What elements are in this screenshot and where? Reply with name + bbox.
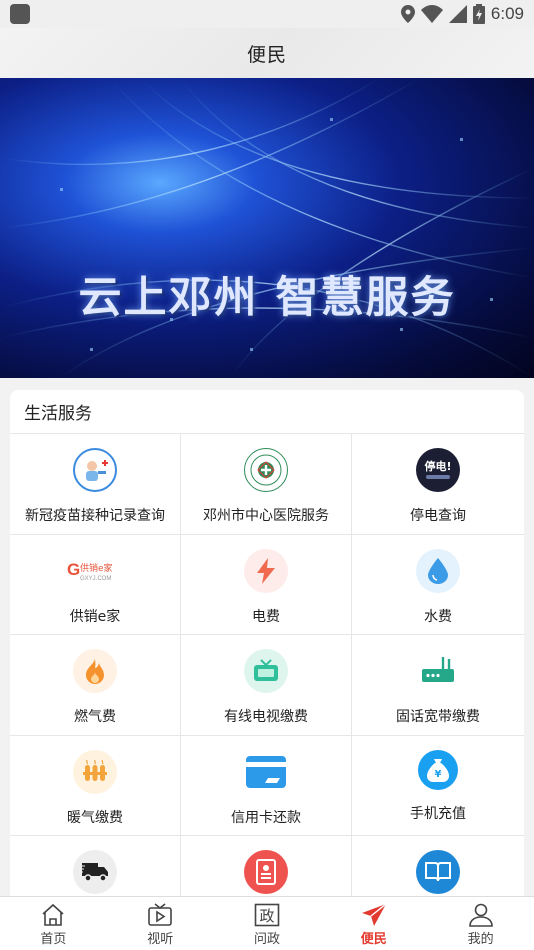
service-label: 停电查询 — [410, 508, 466, 524]
tab-label: 我的 — [467, 932, 494, 947]
service-electricity[interactable]: 电费 — [181, 534, 352, 635]
status-icons: 6:09 — [400, 3, 524, 25]
services-grid: 新冠疫苗接种记录查询 邓州市中心医院服务 停电! 停电查询 G 供销e家 GXYJ.… — [10, 434, 524, 910]
gongxiao-logo-icon: G 供销e家 GXYJ.COM — [65, 549, 125, 593]
video-icon — [148, 903, 172, 926]
service-power-outage[interactable]: 停电! 停电查询 — [352, 434, 524, 535]
section-title: 生活服务 — [10, 390, 524, 434]
tab-mine[interactable]: 我的 — [427, 897, 534, 950]
tv-icon — [244, 649, 288, 693]
service-label: 手机充值 — [410, 805, 466, 822]
clock: 6:09 — [490, 4, 524, 23]
notification-icon — [10, 4, 30, 24]
wifi-icon — [420, 5, 443, 23]
credit-card-icon — [244, 750, 288, 794]
money-bag-icon: ¥ — [418, 749, 458, 790]
signal-icon — [448, 5, 467, 23]
service-gongxiao[interactable]: G 供销e家 GXYJ.COM 供销e家 — [10, 534, 181, 635]
bottom-tab-bar: 首页 视听 政 问政 便民 我的 — [0, 896, 534, 950]
truck-icon — [73, 850, 117, 894]
banner-title: 云上邓州 智慧服务 — [78, 273, 456, 323]
header: 便民 — [0, 28, 534, 78]
service-label: 有线电视缴费 — [224, 709, 308, 725]
service-label: 信用卡还款 — [231, 809, 301, 826]
heater-icon — [73, 749, 117, 794]
svg-text:GXYJ.COM: GXYJ.COM — [80, 576, 111, 582]
service-water[interactable]: 水费 — [352, 535, 524, 635]
tab-label: 便民 — [360, 932, 387, 947]
location-icon — [400, 5, 415, 23]
send-icon — [361, 903, 387, 926]
tab-home[interactable]: 首页 — [0, 897, 107, 950]
power-outage-icon: 停电! — [416, 448, 460, 492]
life-services-card: 生活服务 新冠疫苗接种记录查询 邓州市中心医院服务 停电! 停电查询 G 供销e家… — [10, 390, 524, 910]
service-label: 邓州市中心医院服务 — [203, 508, 329, 524]
banner[interactable]: 云上邓州 智慧服务 — [0, 78, 534, 378]
svg-text:¥: ¥ — [435, 769, 442, 780]
service-mobile-recharge[interactable]: ¥ 手机充值 — [352, 736, 524, 836]
water-drop-icon — [416, 548, 460, 593]
svg-text:停电!: 停电! — [424, 459, 451, 473]
user-icon — [468, 903, 493, 927]
government-icon: 政 — [254, 903, 280, 927]
service-label: 固话宽带缴费 — [396, 709, 480, 725]
book-icon — [416, 850, 460, 894]
status-bar: 6:09 — [0, 0, 534, 28]
document-icon — [244, 850, 288, 894]
service-label: 供销e家 — [69, 608, 121, 625]
service-label: 新冠疫苗接种记录查询 — [25, 508, 165, 524]
service-credit-card[interactable]: 信用卡还款 — [181, 735, 352, 836]
service-label: 电费 — [252, 608, 280, 625]
service-label: 暖气缴费 — [67, 809, 123, 826]
page-title: 便民 — [246, 43, 287, 66]
lightning-icon — [244, 548, 288, 593]
tab-government[interactable]: 政 问政 — [214, 897, 321, 950]
svg-text:G: G — [67, 560, 80, 579]
vaccine-icon — [73, 448, 117, 492]
service-label: 水费 — [424, 608, 452, 625]
service-vaccine-record[interactable]: 新冠疫苗接种记录查询 — [10, 434, 181, 535]
hospital-logo-icon — [244, 448, 288, 492]
service-broadband[interactable]: 固话宽带缴费 — [352, 635, 524, 736]
tab-label: 视听 — [147, 932, 174, 947]
flame-icon — [73, 649, 117, 693]
router-icon — [416, 649, 460, 693]
tab-label: 首页 — [40, 932, 67, 947]
battery-icon — [472, 4, 485, 24]
service-label: 燃气费 — [74, 709, 116, 725]
home-icon — [42, 903, 64, 926]
service-gas[interactable]: 燃气费 — [10, 635, 181, 736]
svg-text:供销e家: 供销e家 — [80, 562, 113, 574]
svg-text:政: 政 — [259, 907, 274, 925]
service-hospital[interactable]: 邓州市中心医院服务 — [181, 434, 352, 535]
service-heating[interactable]: 暖气缴费 — [10, 735, 181, 836]
tab-label: 问政 — [253, 932, 280, 947]
tab-convenience[interactable]: 便民 — [320, 897, 427, 950]
service-cable-tv[interactable]: 有线电视缴费 — [181, 635, 352, 736]
tab-video[interactable]: 视听 — [107, 897, 214, 950]
banner-light-streaks — [0, 78, 534, 378]
